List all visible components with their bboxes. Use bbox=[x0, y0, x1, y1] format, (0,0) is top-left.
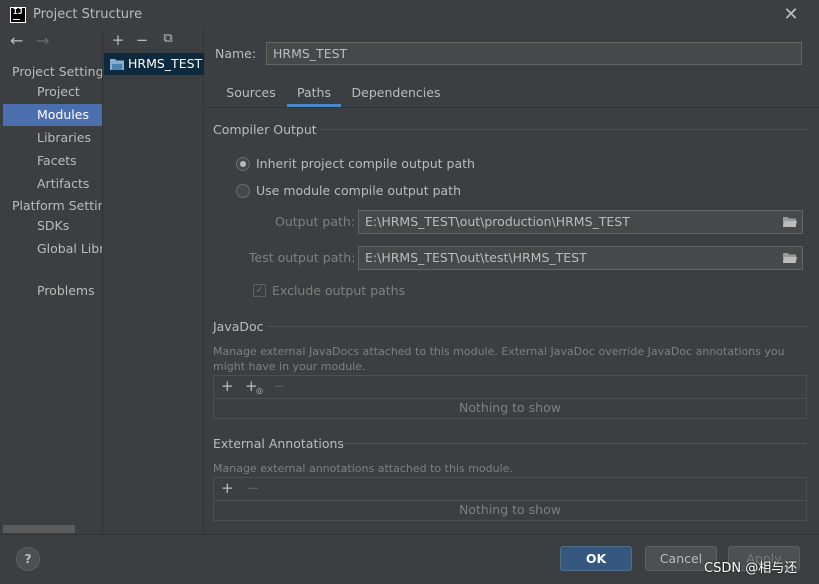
back-arrow-icon[interactable]: ← bbox=[10, 31, 23, 50]
javadoc-list: + + ◎ − Nothing to show bbox=[213, 375, 807, 419]
test-output-path-value: E:\HRMS_TEST\out\test\HRMS_TEST bbox=[365, 250, 587, 265]
external-annotations-toolbar: + − bbox=[214, 478, 806, 501]
sidebar-item-project[interactable]: Project bbox=[3, 81, 102, 103]
add-module-icon[interactable]: + bbox=[110, 31, 126, 49]
window-title: Project Structure bbox=[33, 7, 143, 22]
sidebar-item-facets[interactable]: Facets bbox=[3, 150, 102, 172]
module-folder-icon bbox=[110, 59, 124, 70]
use-module-output-radio[interactable] bbox=[236, 184, 250, 198]
copy-module-icon[interactable]: ⧉ bbox=[160, 31, 176, 46]
external-annotations-empty-text: Nothing to show bbox=[459, 502, 561, 517]
tab-sources[interactable]: Sources bbox=[220, 79, 282, 107]
inherit-output-radio[interactable] bbox=[236, 157, 250, 171]
tab-dependencies[interactable]: Dependencies bbox=[348, 79, 444, 107]
add-javadoc-icon[interactable]: + bbox=[221, 377, 234, 395]
section-divider bbox=[267, 326, 807, 327]
module-settings-panel: Name: HRMS_TEST Sources Paths Dependenci… bbox=[205, 31, 819, 534]
globe-icon: ◎ bbox=[256, 386, 263, 395]
browse-folder-icon[interactable] bbox=[783, 253, 797, 263]
external-annotations-description: Manage external annotations attached to … bbox=[213, 462, 513, 475]
external-annotations-title: External Annotations bbox=[213, 436, 344, 451]
remove-module-icon[interactable]: − bbox=[134, 31, 150, 49]
output-path-value: E:\HRMS_TEST\out\production\HRMS_TEST bbox=[365, 214, 630, 229]
javadoc-toolbar: + + ◎ − bbox=[214, 376, 806, 399]
javadoc-title: JavaDoc bbox=[213, 319, 264, 334]
title-bar: IJ Project Structure ✕ bbox=[0, 0, 819, 31]
exclude-output-label: Exclude output paths bbox=[272, 283, 406, 298]
external-annotations-list: + − Nothing to show bbox=[213, 477, 807, 521]
module-list-panel: + − ⧉ HRMS_TEST bbox=[104, 31, 204, 534]
sidebar-item-sdks[interactable]: SDKs bbox=[3, 215, 102, 237]
test-output-path-label: Test output path: bbox=[249, 250, 356, 265]
forward-arrow-icon[interactable]: → bbox=[36, 31, 49, 50]
tab-paths[interactable]: Paths bbox=[287, 79, 341, 107]
ok-button[interactable]: OK bbox=[560, 546, 632, 571]
sidebar-item-global-libraries[interactable]: Global Libraries bbox=[3, 238, 102, 260]
remove-annotation-icon[interactable]: − bbox=[247, 479, 260, 497]
sidebar-item-problems[interactable]: Problems bbox=[3, 280, 102, 302]
platform-settings-header: Platform Settings bbox=[12, 198, 102, 213]
intellij-logo-icon: IJ bbox=[10, 7, 26, 23]
settings-sidebar: ← → Project Settings Project Modules Lib… bbox=[3, 31, 103, 534]
javadoc-empty-text: Nothing to show bbox=[459, 400, 561, 415]
output-path-label: Output path: bbox=[275, 214, 356, 229]
remove-javadoc-icon[interactable]: − bbox=[273, 377, 286, 395]
test-output-path-field[interactable]: E:\HRMS_TEST\out\test\HRMS_TEST bbox=[358, 246, 803, 270]
name-label: Name: bbox=[215, 46, 257, 61]
module-item[interactable]: HRMS_TEST bbox=[104, 53, 204, 75]
dialog-footer: ? OK Cancel Apply bbox=[0, 534, 819, 584]
sidebar-item-libraries[interactable]: Libraries bbox=[3, 127, 102, 149]
add-annotation-icon[interactable]: + bbox=[221, 479, 234, 497]
browse-folder-icon[interactable] bbox=[783, 217, 797, 227]
section-divider bbox=[339, 443, 807, 444]
javadoc-description: Manage external JavaDocs attached to thi… bbox=[213, 345, 785, 373]
help-button[interactable]: ? bbox=[16, 547, 40, 571]
sidebar-item-modules[interactable]: Modules bbox=[3, 104, 102, 126]
inherit-output-label: Inherit project compile output path bbox=[256, 156, 475, 171]
module-name-input[interactable]: HRMS_TEST bbox=[266, 42, 802, 65]
output-path-field[interactable]: E:\HRMS_TEST\out\production\HRMS_TEST bbox=[358, 210, 803, 234]
csdn-watermark: CSDN @相与还 bbox=[704, 561, 798, 576]
compiler-output-title: Compiler Output bbox=[213, 122, 317, 137]
module-item-label: HRMS_TEST bbox=[128, 56, 203, 71]
use-module-output-label: Use module compile output path bbox=[256, 183, 462, 198]
section-divider bbox=[320, 129, 807, 130]
sidebar-item-artifacts[interactable]: Artifacts bbox=[3, 173, 102, 195]
project-settings-header: Project Settings bbox=[12, 64, 103, 79]
tab-divider bbox=[205, 107, 819, 108]
sidebar-scrollbar[interactable] bbox=[3, 525, 75, 533]
close-icon[interactable]: ✕ bbox=[781, 4, 801, 26]
exclude-output-checkbox[interactable]: ✓ bbox=[253, 284, 266, 297]
